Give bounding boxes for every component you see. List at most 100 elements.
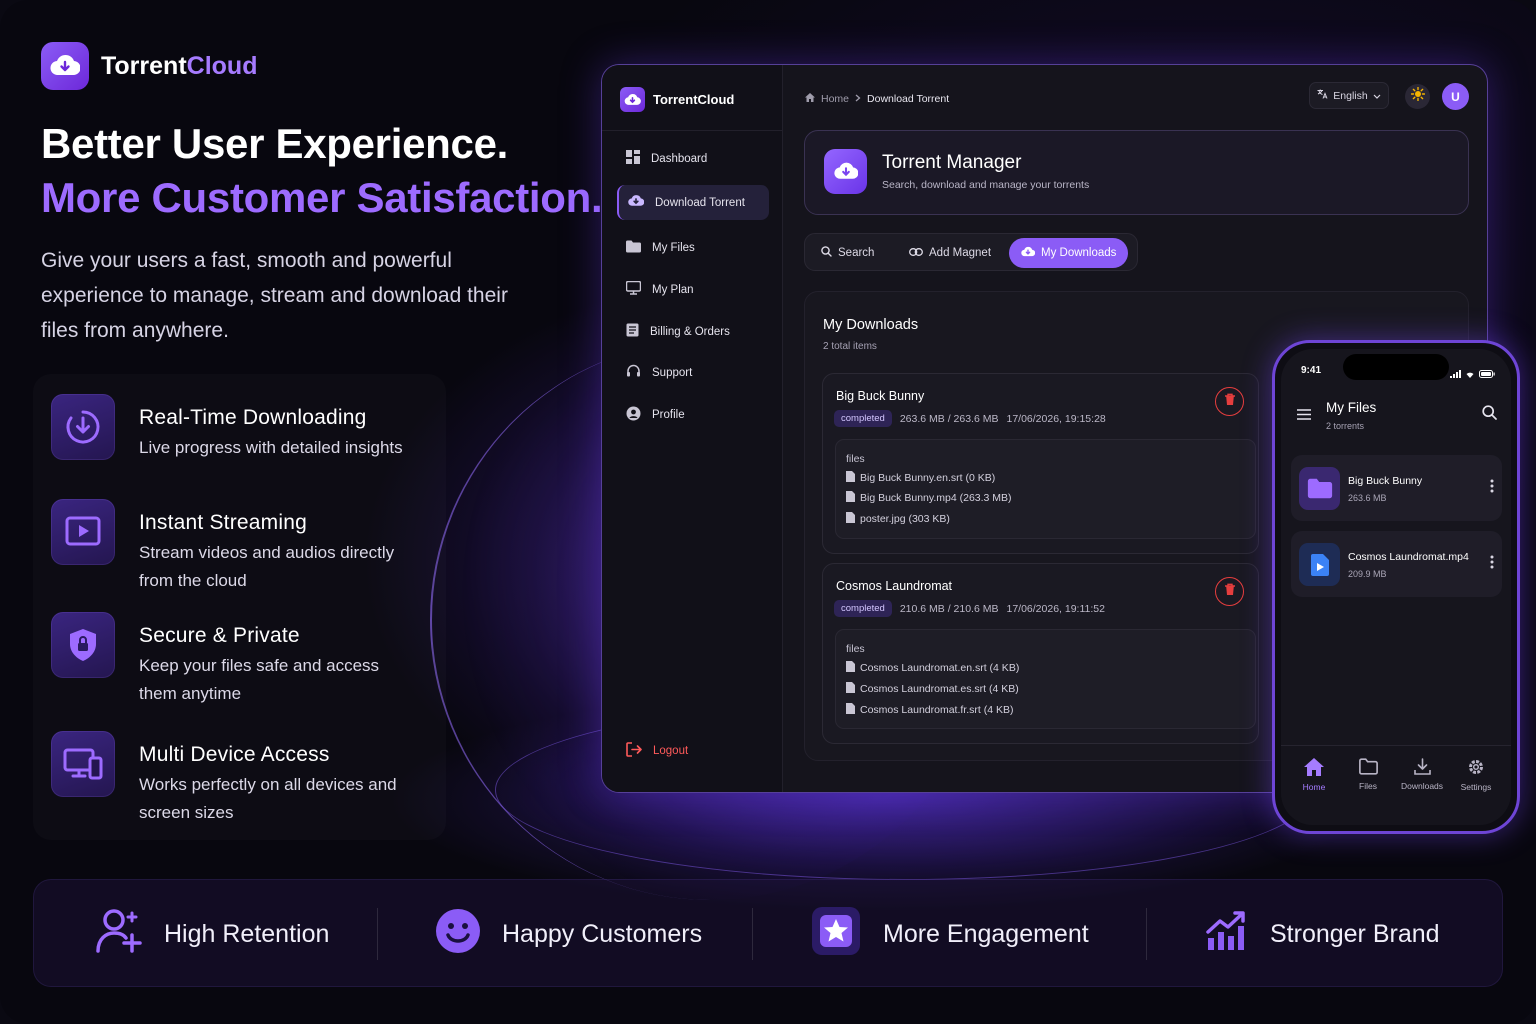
home-icon bbox=[805, 93, 815, 105]
feature-title: Secure & Private bbox=[139, 624, 300, 647]
stat-label: High Retention bbox=[164, 919, 330, 948]
download-card: Big Buck Bunny completed 263.6 MB / 263.… bbox=[822, 373, 1259, 554]
sidebar-item-dashboard[interactable]: Dashboard bbox=[617, 141, 769, 176]
sun-icon bbox=[1410, 86, 1425, 106]
mobile-bottom-nav: Home Files Downloads Settings bbox=[1281, 745, 1511, 825]
translate-icon bbox=[1317, 89, 1328, 102]
sidebar: TorrentCloud Dashboard Download Torrent … bbox=[602, 65, 783, 792]
mobile-tab-home[interactable]: Home bbox=[1289, 758, 1339, 792]
file-item[interactable]: Cosmos Laundromat.en.srt (4 KB) bbox=[846, 661, 1019, 675]
tab-label: My Downloads bbox=[1041, 247, 1117, 259]
tab-my-downloads[interactable]: My Downloads bbox=[1009, 238, 1129, 268]
download-date: 17/06/2026, 19:11:52 bbox=[1006, 602, 1105, 615]
mobile-file-item[interactable]: Big Buck Bunny 263.6 MB bbox=[1291, 455, 1502, 521]
feature-desc: Live progress with detailed insights bbox=[139, 438, 403, 457]
breadcrumb-home[interactable]: Home bbox=[821, 93, 849, 105]
more-vertical-icon[interactable] bbox=[1490, 555, 1494, 574]
cloud-download-icon bbox=[824, 149, 867, 194]
sidebar-item-label: Dashboard bbox=[651, 152, 708, 165]
stat-label: Stronger Brand bbox=[1270, 919, 1440, 948]
tab-label: Add Magnet bbox=[929, 247, 992, 259]
sidebar-item-download-torrent[interactable]: Download Torrent bbox=[617, 185, 769, 220]
trash-icon bbox=[1224, 583, 1236, 601]
sidebar-item-support[interactable]: Support bbox=[617, 355, 769, 390]
avatar[interactable]: U bbox=[1442, 83, 1469, 110]
delete-button[interactable] bbox=[1215, 577, 1244, 606]
smiley-icon bbox=[434, 907, 482, 962]
file-item[interactable]: Cosmos Laundromat.fr.srt (4 KB) bbox=[846, 703, 1013, 717]
menu-button[interactable] bbox=[1297, 407, 1311, 425]
more-vertical-icon[interactable] bbox=[1490, 479, 1494, 498]
download-icon bbox=[1413, 758, 1431, 777]
marketing-banner: TorrentCloud Better User Experience. Mor… bbox=[0, 0, 1536, 1024]
file-list: files Cosmos Laundromat.en.srt (4 KB) Co… bbox=[835, 629, 1256, 729]
stat-engagement: More Engagement bbox=[809, 880, 1089, 988]
gear-icon bbox=[1467, 758, 1485, 778]
link-icon bbox=[909, 247, 923, 259]
phone-notch bbox=[1343, 354, 1449, 380]
tab-search[interactable]: Search bbox=[809, 238, 886, 268]
delete-button[interactable] bbox=[1215, 387, 1244, 416]
file-item[interactable]: Big Buck Bunny.mp4 (263.3 MB) bbox=[846, 491, 1012, 505]
files-heading: files bbox=[846, 643, 865, 655]
sidebar-brand[interactable]: TorrentCloud bbox=[620, 87, 734, 112]
feature-multi-device: Multi Device Access Works perfectly on al… bbox=[51, 731, 409, 827]
cloud-download-icon bbox=[628, 194, 645, 211]
feature-streaming: Instant Streaming Stream videos and audio… bbox=[51, 499, 409, 595]
tab-label: Search bbox=[838, 247, 875, 259]
mobile-tab-files[interactable]: Files bbox=[1343, 758, 1393, 791]
feature-desc: Stream videos and audios directly from t… bbox=[139, 543, 395, 590]
mobile-page-title: My Files bbox=[1326, 400, 1377, 415]
mobile-file-name: Big Buck Bunny bbox=[1348, 475, 1423, 487]
mobile-tab-downloads[interactable]: Downloads bbox=[1397, 758, 1447, 791]
feature-title: Multi Device Access bbox=[139, 743, 330, 766]
star-badge-icon bbox=[809, 904, 863, 965]
mobile-file-size: 209.9 MB bbox=[1348, 569, 1387, 579]
manager-title: Torrent Manager bbox=[882, 152, 1022, 173]
sidebar-item-profile[interactable]: Profile bbox=[617, 397, 769, 432]
headset-icon bbox=[626, 364, 641, 381]
language-select[interactable]: English bbox=[1309, 82, 1389, 109]
cloud-download-icon bbox=[1021, 246, 1036, 261]
file-item[interactable]: Cosmos Laundromat.es.srt (4 KB) bbox=[846, 682, 1019, 696]
sidebar-item-my-files[interactable]: My Files bbox=[617, 230, 769, 265]
user-plus-icon bbox=[94, 907, 144, 962]
sidebar-item-my-plan[interactable]: My Plan bbox=[617, 272, 769, 307]
file-item[interactable]: poster.jpg (303 KB) bbox=[846, 512, 950, 526]
downloads-title: My Downloads bbox=[823, 317, 919, 333]
hero-title: Better User Experience. More Customer Sa… bbox=[41, 120, 603, 221]
sidebar-item-label: Billing & Orders bbox=[650, 325, 730, 338]
monitor-icon bbox=[625, 280, 642, 298]
mobile-file-size: 263.6 MB bbox=[1348, 493, 1387, 503]
breadcrumb-current: Download Torrent bbox=[867, 93, 950, 105]
mobile-tab-settings[interactable]: Settings bbox=[1451, 758, 1501, 792]
file-item[interactable]: Big Buck Bunny.en.srt (0 KB) bbox=[846, 471, 995, 485]
mobile-page-subtitle: 2 torrents bbox=[1326, 421, 1365, 431]
theme-toggle-button[interactable] bbox=[1405, 84, 1430, 109]
mobile-file-item[interactable]: Cosmos Laundromat.mp4 209.9 MB bbox=[1291, 531, 1502, 597]
logout-button[interactable]: Logout bbox=[617, 733, 769, 768]
devices-icon bbox=[51, 731, 115, 797]
sidebar-item-billing[interactable]: Billing & Orders bbox=[617, 314, 769, 349]
user-circle-icon bbox=[626, 406, 641, 424]
download-meta: completed 263.6 MB / 263.6 MB 17/06/2026… bbox=[834, 410, 1106, 427]
mobile-search-button[interactable] bbox=[1482, 405, 1497, 425]
breadcrumb: Home Download Torrent bbox=[805, 93, 949, 105]
cloud-download-logo-icon bbox=[41, 42, 89, 90]
files-heading: files bbox=[846, 453, 865, 465]
sidebar-item-label: My Plan bbox=[652, 283, 694, 296]
wifi-icon bbox=[1465, 365, 1475, 383]
trash-icon bbox=[1224, 393, 1236, 411]
download-card: Cosmos Laundromat completed 210.6 MB / 2… bbox=[822, 563, 1259, 744]
file-icon bbox=[846, 682, 855, 696]
download-meta: completed 210.6 MB / 210.6 MB 17/06/2026… bbox=[834, 600, 1105, 617]
feature-title: Instant Streaming bbox=[139, 511, 307, 534]
brand: TorrentCloud bbox=[41, 42, 257, 90]
search-icon bbox=[1482, 405, 1497, 424]
tab-add-magnet[interactable]: Add Magnet bbox=[897, 238, 1003, 268]
dashboard-icon bbox=[626, 150, 640, 167]
mobile-file-name: Cosmos Laundromat.mp4 bbox=[1348, 551, 1469, 563]
battery-icon bbox=[1479, 365, 1495, 383]
cloud-download-logo-icon bbox=[620, 87, 645, 112]
folder-icon bbox=[626, 240, 641, 256]
